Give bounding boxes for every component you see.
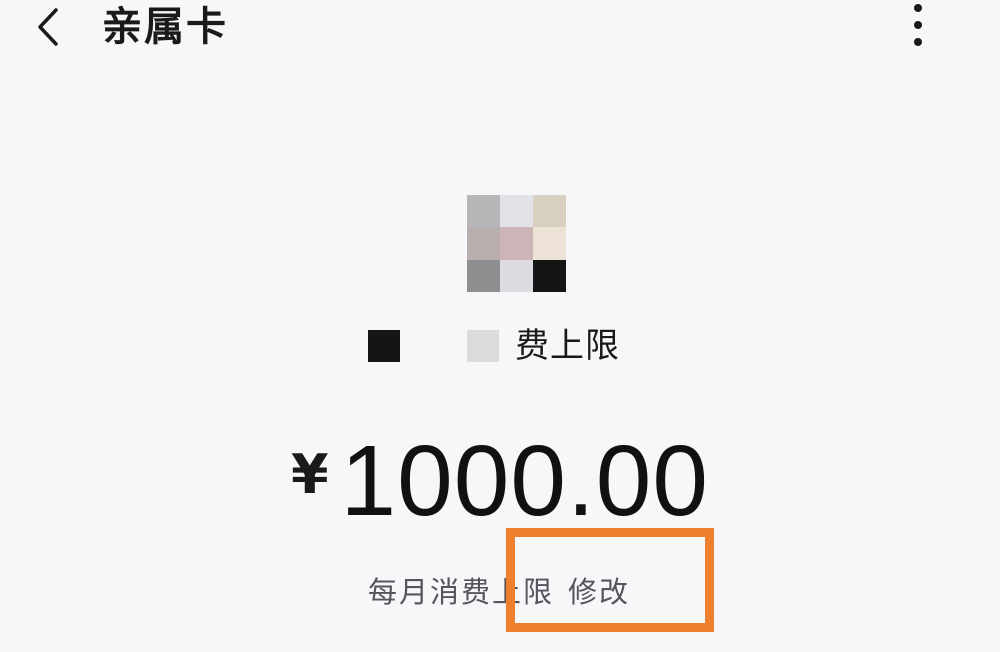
- limit-label-row: 费上限: [0, 318, 1000, 374]
- monthly-limit-row: 每月消费上限 修改: [0, 568, 1000, 618]
- avatar-pixel: [500, 259, 533, 292]
- amount-value: 1000.00: [340, 425, 710, 537]
- currency-symbol: ¥: [290, 443, 329, 506]
- back-button[interactable]: [30, 2, 70, 52]
- limit-amount: ¥1000.00: [0, 424, 1000, 539]
- more-vertical-icon-dot: [914, 38, 922, 46]
- avatar-pixel: [533, 195, 566, 228]
- edit-limit-link[interactable]: 修改: [568, 572, 630, 612]
- avatar-pixel: [533, 227, 566, 261]
- mosaic-censor-block: [467, 330, 499, 362]
- avatar-pixel: [467, 195, 500, 228]
- more-button[interactable]: [898, 0, 938, 56]
- avatar-pixel: [533, 259, 566, 292]
- avatar-pixel: [467, 259, 500, 292]
- chevron-left-icon: [38, 8, 58, 46]
- more-vertical-icon: [914, 4, 922, 12]
- more-vertical-icon-dot: [914, 21, 922, 29]
- top-bar: 亲属卡: [0, 0, 1000, 60]
- limit-label: 费上限: [515, 326, 620, 366]
- avatar-pixel: [500, 195, 533, 228]
- mosaic-censor-block: [368, 330, 400, 362]
- monthly-limit-label: 每月消费上限: [368, 575, 555, 609]
- avatar-pixel: [467, 227, 500, 261]
- page-title: 亲属卡: [102, 4, 228, 50]
- avatar-pixel: [500, 227, 533, 261]
- avatar: [467, 195, 566, 292]
- family-card-screen: 亲属卡 费上限 ¥1000.00 每月消费上限 修改: [0, 0, 1000, 652]
